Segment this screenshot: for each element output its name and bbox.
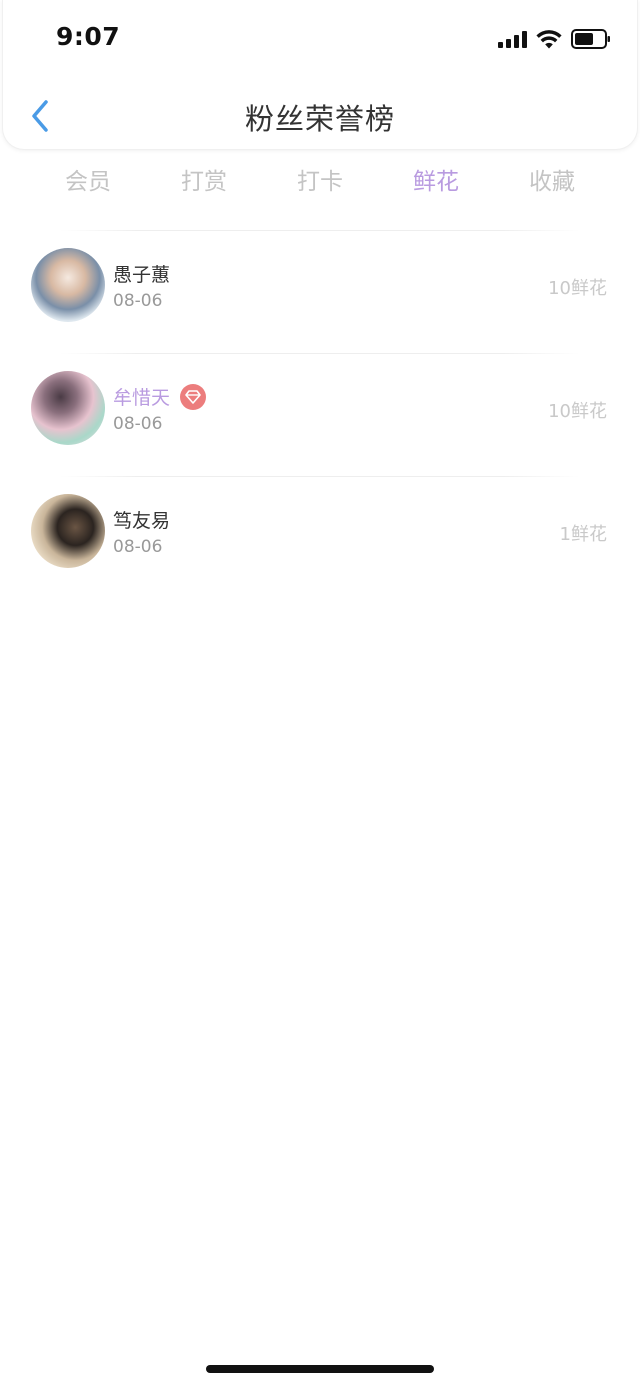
top-bar: 9:07 粉丝荣誉榜 (2, 0, 638, 150)
status-icons (498, 28, 611, 50)
tab-favorites[interactable]: 收藏 (494, 160, 610, 204)
name-line: 笃友易 (113, 506, 170, 533)
flower-count: 10鲜花 (548, 401, 607, 422)
status-time: 9:07 (56, 22, 121, 51)
flower-count: 1鲜花 (559, 524, 607, 545)
name-line: 愚子蕙 (113, 260, 170, 287)
home-indicator[interactable] (206, 1365, 434, 1373)
fan-date: 08-06 (113, 291, 163, 311)
fan-date: 08-06 (113, 537, 163, 557)
page-title: 粉丝荣誉榜 (244, 102, 395, 136)
tab-checkin[interactable]: 打卡 (262, 160, 378, 204)
list-item[interactable]: 愚子蕙 08-06 10鲜花 (0, 231, 640, 353)
list-item[interactable]: 牟惜天 08-06 10鲜花 (0, 354, 640, 476)
tab-flowers[interactable]: 鲜花 (378, 160, 494, 204)
flower-count: 10鲜花 (548, 278, 607, 299)
cellular-signal-icon (498, 30, 527, 48)
fan-list: 愚子蕙 08-06 10鲜花 牟惜天 08-06 10鲜花 笃友易 08-06 … (0, 230, 640, 599)
tab-tips[interactable]: 打赏 (146, 160, 262, 204)
name-line: 牟惜天 (113, 383, 207, 410)
list-item[interactable]: 笃友易 08-06 1鲜花 (0, 477, 640, 599)
tab-bar: 会员 打赏 打卡 鲜花 收藏 (30, 160, 610, 204)
fan-date: 08-06 (113, 414, 163, 434)
fan-name: 牟惜天 (113, 387, 171, 409)
fan-name: 愚子蕙 (113, 264, 171, 286)
tab-membership[interactable]: 会员 (30, 160, 146, 204)
avatar[interactable] (31, 494, 105, 568)
diamond-badge-icon (180, 383, 207, 410)
wifi-icon (536, 29, 562, 49)
fan-name: 笃友易 (113, 510, 171, 532)
battery-icon (571, 29, 611, 49)
avatar[interactable] (31, 248, 105, 322)
avatar[interactable] (31, 371, 105, 445)
